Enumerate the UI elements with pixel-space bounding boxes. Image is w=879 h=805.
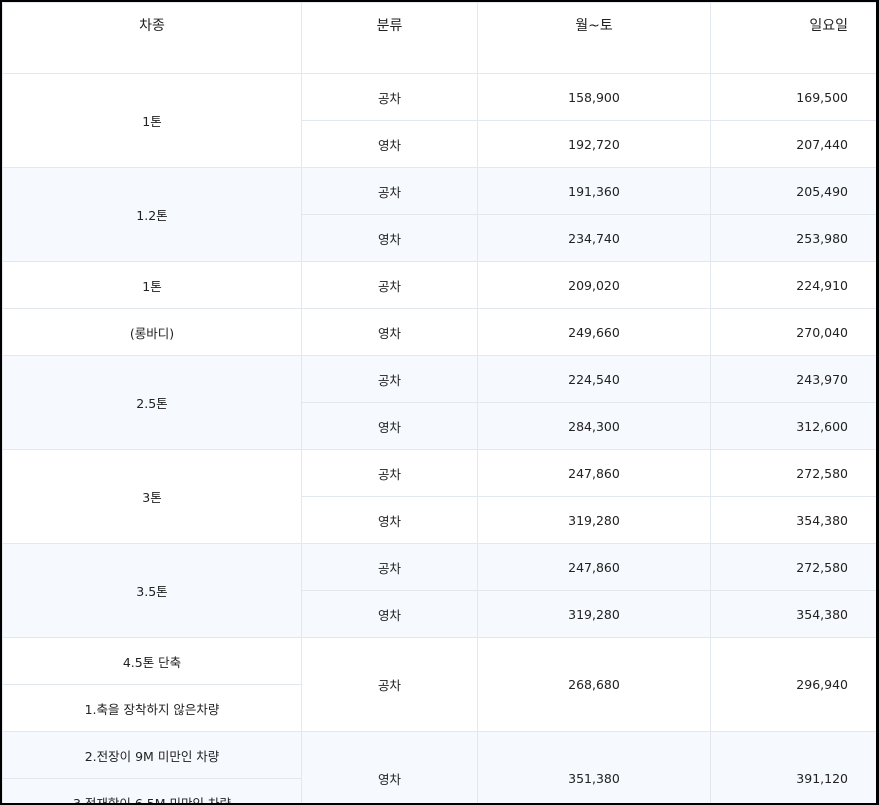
fare-table-container: 차종 분류 월~토 일요일 1톤 공차 158,900 169,500 영차 1… bbox=[2, 2, 876, 803]
vehicle-type-cell: 3.5톤 bbox=[2, 543, 302, 638]
table-row: 3.5톤 공차 247,860 272,580 bbox=[2, 543, 876, 638]
table-row: 3톤 공차 247,860 272,580 bbox=[2, 449, 876, 544]
weekday-price-cell: 158,900 bbox=[477, 73, 711, 121]
weekday-price-cell: 247,860 bbox=[477, 449, 711, 497]
category-cell: 영차 bbox=[301, 402, 478, 450]
sunday-price-cell: 270,040 bbox=[710, 308, 876, 356]
vehicle-type-cell: 1톤 bbox=[2, 261, 302, 309]
table-row: 1톤 공차 158,900 169,500 bbox=[2, 73, 876, 168]
category-cell: 공차 bbox=[301, 543, 478, 591]
weekday-price-cell: 249,660 bbox=[477, 308, 711, 356]
sunday-price-cell: 272,580 bbox=[710, 449, 876, 497]
sunday-price-cell: 253,980 bbox=[710, 214, 876, 262]
table-row: 1.2톤 공차 191,360 205,490 bbox=[2, 167, 876, 262]
table-row: 2.전장이 9M 미만인 차량 영차 351,380 391,120 bbox=[2, 731, 876, 803]
sunday-price-cell: 296,940 bbox=[710, 637, 876, 732]
vehicle-type-cell: 3.적재함이 6.5M 미만인 차량 bbox=[2, 778, 302, 803]
header-sunday: 일요일 bbox=[710, 2, 876, 74]
category-cell: 공차 bbox=[301, 355, 478, 403]
weekday-price-cell: 209,020 bbox=[477, 261, 711, 309]
sunday-price-cell: 391,120 bbox=[710, 731, 876, 803]
vehicle-type-cell: 3톤 bbox=[2, 449, 302, 544]
sunday-price-cell: 272,580 bbox=[710, 543, 876, 591]
sunday-price-cell: 354,380 bbox=[710, 496, 876, 544]
category-cell: 공차 bbox=[301, 449, 478, 497]
category-cell: 공차 bbox=[301, 261, 478, 309]
category-cell: 영차 bbox=[301, 308, 478, 356]
vehicle-type-cell: 2.5톤 bbox=[2, 355, 302, 450]
category-cell: 영차 bbox=[301, 496, 478, 544]
sunday-price-cell: 207,440 bbox=[710, 120, 876, 168]
table-row: 1톤 공차 209,020 224,910 bbox=[2, 261, 876, 309]
vehicle-type-cell: 1톤 bbox=[2, 73, 302, 168]
header-vehicle-type: 차종 bbox=[2, 2, 302, 74]
table-row: 2.5톤 공차 224,540 243,970 bbox=[2, 355, 876, 450]
weekday-price-cell: 319,280 bbox=[477, 496, 711, 544]
weekday-price-cell: 191,360 bbox=[477, 167, 711, 215]
vehicle-type-cell: 4.5톤 단축 bbox=[2, 637, 302, 685]
weekday-price-cell: 224,540 bbox=[477, 355, 711, 403]
vehicle-type-cell: 1.2톤 bbox=[2, 167, 302, 262]
category-cell: 영차 bbox=[301, 214, 478, 262]
weekday-price-cell: 192,720 bbox=[477, 120, 711, 168]
weekday-price-cell: 247,860 bbox=[477, 543, 711, 591]
category-cell: 영차 bbox=[301, 590, 478, 638]
table-row: (롱바디) 영차 249,660 270,040 bbox=[2, 308, 876, 356]
weekday-price-cell: 351,380 bbox=[477, 731, 711, 803]
weekday-price-cell: 319,280 bbox=[477, 590, 711, 638]
vehicle-type-cell: 1.축을 장착하지 않은차량 bbox=[2, 684, 302, 732]
sunday-price-cell: 224,910 bbox=[710, 261, 876, 309]
table-row: 4.5톤 단축 공차 268,680 296,940 bbox=[2, 637, 876, 732]
sunday-price-cell: 169,500 bbox=[710, 73, 876, 121]
sunday-price-cell: 354,380 bbox=[710, 590, 876, 638]
header-category: 분류 bbox=[301, 2, 478, 74]
weekday-price-cell: 234,740 bbox=[477, 214, 711, 262]
header-weekday: 월~토 bbox=[477, 2, 711, 74]
weekday-price-cell: 268,680 bbox=[477, 637, 711, 732]
vehicle-type-cell: 2.전장이 9M 미만인 차량 bbox=[2, 731, 302, 779]
fare-table: 차종 분류 월~토 일요일 1톤 공차 158,900 169,500 영차 1… bbox=[2, 2, 876, 803]
table-header-row: 차종 분류 월~토 일요일 bbox=[2, 2, 876, 74]
vehicle-type-cell: (롱바디) bbox=[2, 308, 302, 356]
sunday-price-cell: 312,600 bbox=[710, 402, 876, 450]
weekday-price-cell: 284,300 bbox=[477, 402, 711, 450]
sunday-price-cell: 205,490 bbox=[710, 167, 876, 215]
category-cell: 영차 bbox=[301, 120, 478, 168]
sunday-price-cell: 243,970 bbox=[710, 355, 876, 403]
category-cell: 공차 bbox=[301, 167, 478, 215]
category-cell: 공차 bbox=[301, 73, 478, 121]
category-cell: 영차 bbox=[301, 731, 478, 803]
category-cell: 공차 bbox=[301, 637, 478, 732]
